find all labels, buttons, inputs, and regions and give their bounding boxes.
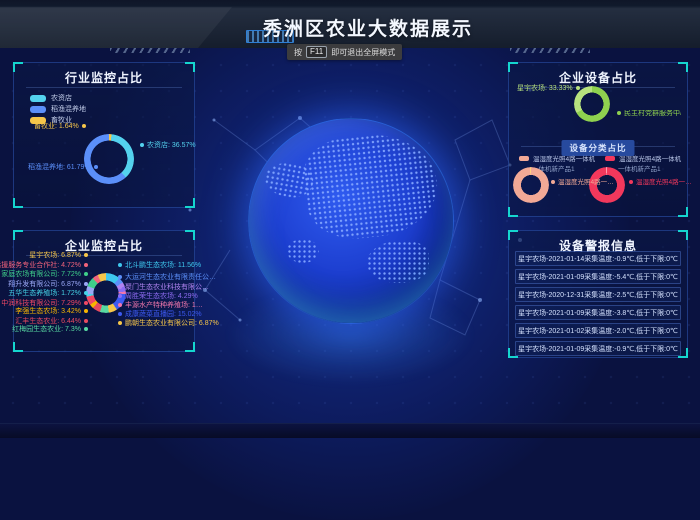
slice-label: 中润科技有限公司: 7.29% <box>1 300 88 308</box>
legend-label: 温湿度光照4路一体机 <box>619 153 681 163</box>
alarm-item: 星宇农场-2020-12-31采集温度:-2.5℃,低于下限:0℃ <box>515 287 681 302</box>
category-left-legend-1[interactable]: 温湿度光照4路一体机 <box>519 153 595 163</box>
category-left-callout: 温湿度光照4路一… <box>551 179 614 187</box>
fullscreen-tooltip: 按 F11 即可退出全屏模式 <box>287 44 402 60</box>
panel-equipment: 企业设备占比 星宇农场: 33.33% 民主村党群服务中心… 设备分类占比 温湿… <box>508 62 688 217</box>
page-title: 秀洲区农业大数据展示 <box>18 14 700 41</box>
slice-label: 鹏朝生态农业有限公司: 6.87% <box>118 320 219 328</box>
category-right-callout: 温湿度光照4路一… <box>629 179 692 187</box>
title-divider <box>26 87 182 88</box>
alarm-item: 星宇农场-2021-01-09采集温度:-3.8℃,低于下限:0℃ <box>515 305 681 320</box>
slice-label: 聚门生态农业科技有限公… <box>118 284 209 292</box>
slice-label: 丰源水产特种养殖场: 1… <box>118 302 203 310</box>
corner-bracket <box>678 207 688 217</box>
corner-bracket <box>13 198 23 208</box>
panel-enterprise-monitor: 企业监控占比 星宇农场: 6.87% 后援服务专业合作社: 4.72% 家庭农场… <box>13 230 195 352</box>
alarm-item: 星宇农场-2021-01-09采集温度:-0.9℃,低于下限:0℃ <box>515 341 681 356</box>
slice-label-xumuye: 畜牧业: 1.64% <box>34 123 86 131</box>
legend-label: 农资店 <box>51 93 72 103</box>
panel-title-industry: 行业监控占比 <box>14 69 194 86</box>
slice-label: 家庭农场有限公司: 7.72% <box>1 271 88 279</box>
industry-donut-chart[interactable] <box>84 134 134 184</box>
footer-strip <box>0 423 700 438</box>
tooltip-prefix: 按 <box>294 47 302 58</box>
panel-alarms: 设备警报信息 星宇农场-2021-01-14采集温度:-0.9℃,低于下限:0℃… <box>508 230 688 358</box>
subtitle-divider <box>521 146 563 147</box>
f11-key-badge: F11 <box>306 46 327 58</box>
slice-label: 星宇农场: 6.87% <box>29 252 88 260</box>
tooltip-suffix: 即可退出全屏模式 <box>331 47 395 58</box>
slice-label: 北斗鹏生态农场: 11.56% <box>118 262 201 270</box>
legend-item-nongzidian[interactable]: 农资店 <box>30 93 72 103</box>
slice-label: 后援服务专业合作社: 4.72% <box>0 262 88 270</box>
header-hatch-decoration <box>510 48 590 53</box>
legend-label: 温湿度光照4路一体机 <box>533 153 595 163</box>
slice-label-nongzidian: 农资店: 36.57% <box>140 142 196 150</box>
globe-continent-dots <box>262 159 315 201</box>
corner-bracket <box>185 342 195 352</box>
corner-bracket <box>508 207 518 217</box>
category-left-donut-chart[interactable] <box>513 167 549 203</box>
category-right-legend-1[interactable]: 温湿度光照4路一体机 <box>605 153 681 163</box>
subtitle-divider <box>633 146 675 147</box>
legend-item-daoyu[interactable]: 稻渔混养地 <box>30 104 86 114</box>
slice-label-xingyu: 星宇农场: 33.33% <box>517 85 580 93</box>
slice-label: 李强生态农场: 3.42% <box>15 308 88 316</box>
panel-industry-monitor: 行业监控占比 农资店 稻渔混养地 畜牧业 畜牧业: 1.64% 农资店: 36.… <box>13 62 195 208</box>
globe <box>248 118 454 324</box>
legend-swatch <box>519 156 529 161</box>
alarm-item: 星宇农场-2021-01-09采集温度:-5.4℃,低于下限:0℃ <box>515 269 681 284</box>
slice-label: 汇丰生态农业: 6.44% <box>15 318 88 326</box>
slice-label: 五华生态养殖场: 1.72% <box>8 290 88 298</box>
globe-continent-dots <box>367 241 429 283</box>
slice-label: 翔升发有限公司: 6.87% <box>8 281 88 289</box>
category-right-legend-2[interactable]: 一体机新产品1 <box>618 163 661 173</box>
alarm-item: 星宇农场-2021-01-14采集温度:-0.9℃,低于下限:0℃ <box>515 251 681 266</box>
panel-title-equipment: 企业设备占比 <box>509 69 687 86</box>
slice-label: 大运河生态农业有限责任公… <box>118 274 216 282</box>
globe-continent-dots <box>300 128 442 243</box>
slice-label-minzhucun: 民主村党群服务中心… <box>617 110 681 118</box>
slice-label-daoyu: 稻渔混养地: 61.79% <box>28 164 98 172</box>
legend-label: 稻渔混养地 <box>51 104 86 114</box>
slice-label: 红梅园生态农业: 7.3% <box>12 326 88 334</box>
slice-label: 周胜荣生态农场: 4.29% <box>118 293 198 301</box>
alarm-item: 星宇农场-2021-01-02采集温度:-2.0℃,低于下限:0℃ <box>515 323 681 338</box>
header-hatch-decoration <box>110 48 190 53</box>
corner-bracket <box>13 342 23 352</box>
globe-continent-dots <box>287 239 319 263</box>
header: 秀洲区农业大数据展示 <box>0 0 700 48</box>
corner-bracket <box>185 198 195 208</box>
legend-label: 一体机新产品1 <box>618 163 661 173</box>
slice-label: 成康蔬菜直播园: 15.02% <box>118 311 202 319</box>
legend-swatch <box>605 156 615 161</box>
legend-swatch <box>30 106 46 113</box>
legend-swatch <box>30 95 46 102</box>
